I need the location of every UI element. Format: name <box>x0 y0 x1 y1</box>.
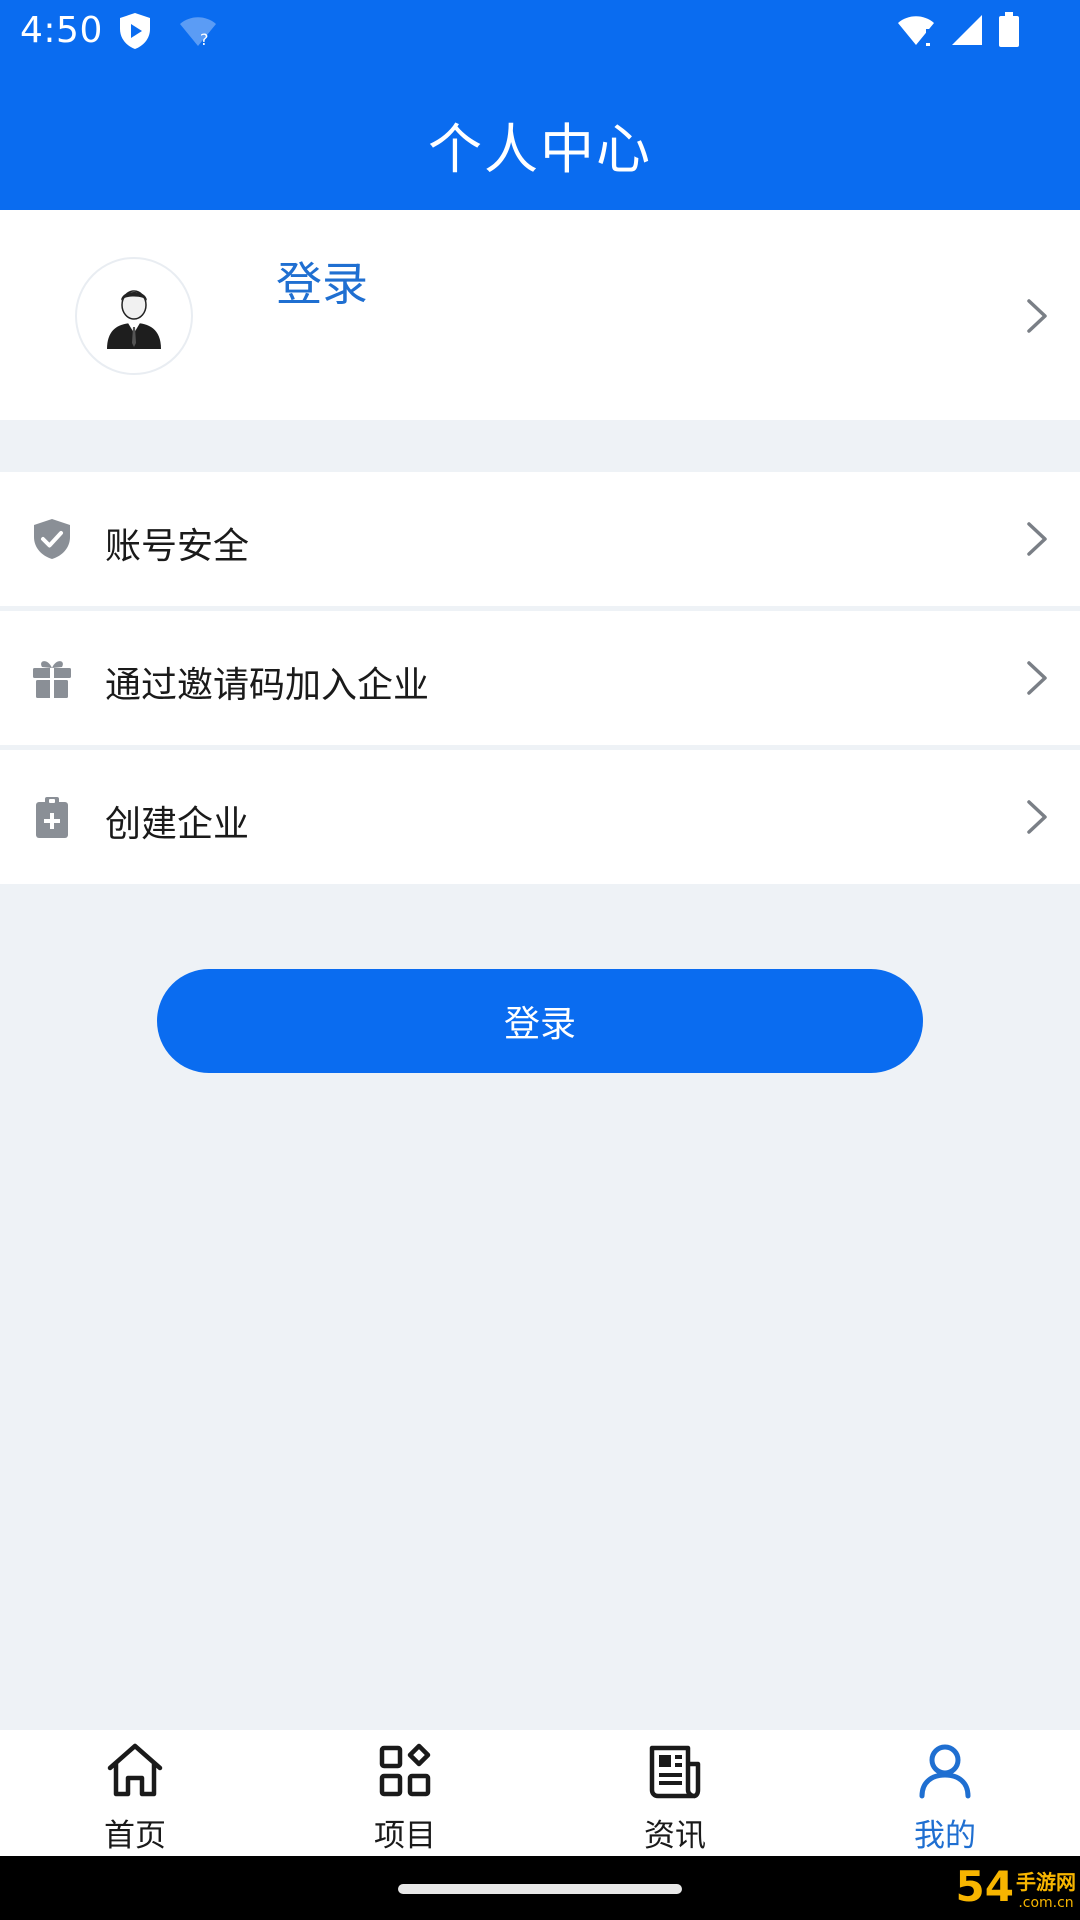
page-title: 个人中心 <box>428 118 652 181</box>
settings-menu: 账号安全 通过邀请码加入企业 创建企业 <box>0 472 1080 889</box>
menu-item-label: 创建企业 <box>105 804 250 845</box>
profile-card[interactable]: 登录 <box>0 210 1080 420</box>
watermark-number: 54 <box>955 1862 1014 1911</box>
status-left-icons: ? <box>118 12 218 50</box>
nav-label: 我的 <box>914 1818 976 1854</box>
nav-item-news[interactable]: 资讯 <box>540 1730 810 1856</box>
profile-login-link[interactable]: 登录 <box>276 248 368 314</box>
gift-icon <box>33 661 71 698</box>
chevron-right-icon <box>1027 522 1047 556</box>
nav-label: 首页 <box>104 1818 166 1854</box>
app-header: 4:50 ? 个人中心 <box>0 0 1080 210</box>
menu-item-label: 账号安全 <box>105 526 250 567</box>
nav-item-projects[interactable]: 项目 <box>270 1730 540 1856</box>
user-avatar-icon <box>107 290 161 349</box>
watermark-en: .com.cn <box>1018 1895 1074 1911</box>
clipboard-plus-icon <box>36 797 68 838</box>
nav-label: 项目 <box>374 1818 436 1854</box>
bottom-nav: 首页 项目 资讯 我的 <box>0 1730 1080 1856</box>
gesture-handle[interactable] <box>398 1884 682 1894</box>
svg-text:?: ? <box>200 30 209 48</box>
menu-item-label: 通过邀请码加入企业 <box>105 665 430 706</box>
home-icon <box>107 1743 163 1797</box>
status-bar: 4:50 ? <box>0 0 1080 64</box>
wifi-icon <box>898 16 934 46</box>
grid-icon <box>379 1743 431 1797</box>
menu-item-account-security[interactable]: 账号安全 <box>0 472 1080 606</box>
status-right-icons <box>896 12 1020 48</box>
chevron-right-icon <box>1027 299 1047 333</box>
login-button[interactable]: 登录 <box>157 969 923 1073</box>
watermark-text: 手游网 .com.cn <box>1016 1866 1076 1911</box>
watermark-logo: 54 手游网 .com.cn <box>956 1862 1076 1911</box>
nav-item-mine[interactable]: 我的 <box>810 1730 1080 1856</box>
avatar[interactable] <box>75 257 193 375</box>
newspaper-icon <box>649 1745 701 1799</box>
menu-item-create-enterprise[interactable]: 创建企业 <box>0 750 1080 884</box>
signal-icon <box>952 15 982 45</box>
menu-item-join-by-invite[interactable]: 通过邀请码加入企业 <box>0 611 1080 745</box>
chevron-right-icon <box>1027 661 1047 695</box>
shield-check-icon <box>34 519 70 559</box>
person-icon <box>919 1744 971 1799</box>
wifi-question-icon: ? <box>180 17 216 48</box>
battery-icon <box>999 12 1019 47</box>
status-time: 4:50 <box>20 10 103 51</box>
shield-play-icon <box>120 13 150 49</box>
nav-label: 资讯 <box>644 1818 706 1854</box>
system-gesture-area: 54 手游网 .com.cn <box>0 1856 1080 1920</box>
watermark-cn: 手游网 <box>1016 1870 1076 1894</box>
chevron-right-icon <box>1027 800 1047 834</box>
nav-item-home[interactable]: 首页 <box>0 1730 270 1856</box>
